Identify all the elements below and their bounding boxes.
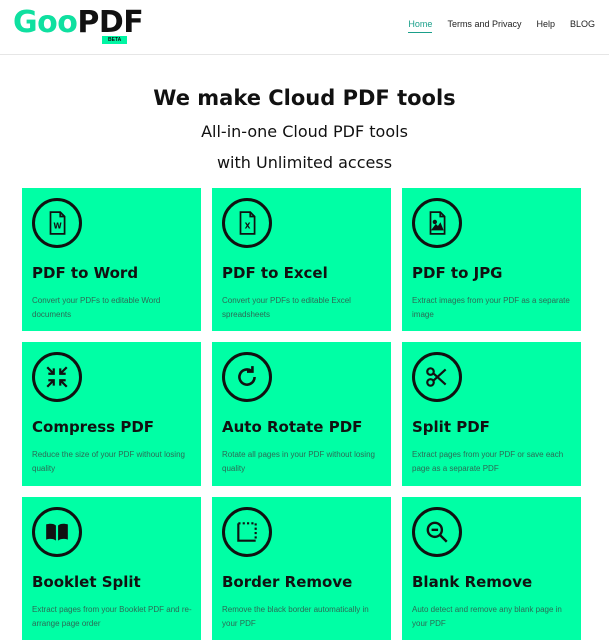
word-file-icon: W (32, 198, 82, 248)
svg-text:W: W (53, 221, 62, 230)
tool-description: Extract pages from your Booklet PDF and … (32, 605, 192, 628)
tool-description: Convert your PDFs to editable Word docum… (32, 296, 161, 319)
border-frame-icon (222, 507, 272, 557)
image-file-icon (412, 198, 462, 248)
nav-blog[interactable]: BLOG (570, 19, 595, 33)
tool-card-split-pdf[interactable]: Split PDF Extract pages from your PDF or… (402, 342, 581, 486)
tool-description: Reduce the size of your PDF without losi… (32, 450, 185, 473)
main-nav: Home Terms and Privacy Help BLOG (408, 19, 595, 33)
nav-terms-privacy[interactable]: Terms and Privacy (447, 19, 521, 33)
tool-title: Compress PDF (32, 418, 155, 436)
tool-description: Rotate all pages in your PDF without los… (222, 450, 375, 473)
logo-pdf-text: PDF (77, 5, 144, 40)
magnifier-minus-icon (412, 507, 462, 557)
rotate-icon (222, 352, 272, 402)
tool-title: PDF to Word (32, 264, 139, 282)
tool-title: Auto Rotate PDF (222, 418, 363, 436)
tool-card-auto-rotate-pdf[interactable]: Auto Rotate PDF Rotate all pages in your… (212, 342, 391, 486)
beta-badge: BETA (102, 36, 128, 44)
tools-grid: W PDF to Word Convert your PDFs to edita… (22, 188, 581, 640)
tool-card-pdf-to-jpg[interactable]: PDF to JPG Extract images from your PDF … (402, 188, 581, 331)
hero-title: We make Cloud PDF tools (153, 86, 456, 110)
tool-title: Booklet Split (32, 573, 141, 591)
tool-title: PDF to JPG (412, 264, 503, 282)
tool-description: Remove the black border automatically in… (222, 605, 369, 628)
tool-card-booklet-split[interactable]: Booklet Split Extract pages from your Bo… (22, 497, 201, 640)
tool-card-pdf-to-excel[interactable]: X PDF to Excel Convert your PDFs to edit… (212, 188, 391, 331)
tool-title: Blank Remove (412, 573, 533, 591)
tool-description: Extract images from your PDF as a separa… (412, 296, 570, 319)
open-book-icon (32, 507, 82, 557)
logo-goo-text: Goo (13, 5, 78, 40)
compress-arrows-icon (32, 352, 82, 402)
tool-card-compress-pdf[interactable]: Compress PDF Reduce the size of your PDF… (22, 342, 201, 486)
tool-title: PDF to Excel (222, 264, 328, 282)
tool-card-blank-remove[interactable]: Blank Remove Auto detect and remove any … (402, 497, 581, 640)
tool-title: Split PDF (412, 418, 490, 436)
tool-card-border-remove[interactable]: Border Remove Remove the black border au… (212, 497, 391, 640)
tool-description: Convert your PDFs to editable Excel spre… (222, 296, 351, 319)
excel-file-icon: X (222, 198, 272, 248)
site-header: GooPDF BETA Home Terms and Privacy Help … (0, 0, 609, 55)
tool-card-pdf-to-word[interactable]: W PDF to Word Convert your PDFs to edita… (22, 188, 201, 331)
nav-home[interactable]: Home (408, 19, 433, 33)
tool-description: Extract pages from your PDF or save each… (412, 450, 564, 473)
tool-title: Border Remove (222, 573, 353, 591)
nav-help[interactable]: Help (536, 19, 555, 33)
hero-subtitle-2: with Unlimited access (216, 153, 393, 172)
scissors-icon (412, 352, 462, 402)
tool-description: Auto detect and remove any blank page in… (412, 605, 562, 628)
goopdf-logo[interactable]: GooPDF (13, 5, 144, 40)
svg-text:X: X (245, 221, 251, 230)
hero-subtitle-1: All-in-one Cloud PDF tools (201, 122, 408, 141)
